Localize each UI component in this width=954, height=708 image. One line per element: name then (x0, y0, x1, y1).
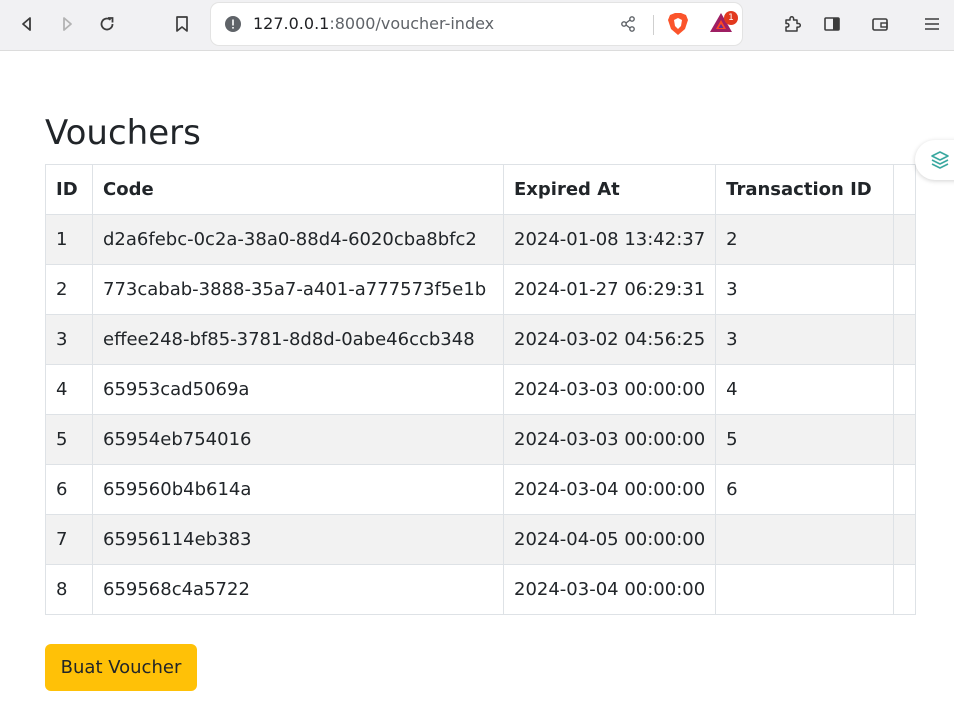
hamburger-menu-icon (925, 18, 939, 30)
table-row: 2 773cabab-3888-35a7-a401-a777573f5e1b 2… (45, 264, 917, 315)
puzzle-icon (785, 15, 802, 32)
cell-id: 5 (45, 414, 93, 465)
cell-expired-at: 2024-03-04 00:00:00 (502, 464, 717, 515)
bookmark-icon (176, 16, 188, 32)
browser-toolbar: 127.0.0.1:8000/voucher-index 1 (0, 0, 954, 51)
url-host: 127.0.0.1 (253, 14, 330, 33)
cell-transaction-id: 3 (715, 314, 895, 365)
cell-id: 1 (45, 214, 93, 265)
cell-code: 773cabab-3888-35a7-a401-a777573f5e1b (92, 264, 504, 315)
header-actions (893, 164, 917, 215)
bookmark-button[interactable] (167, 10, 197, 38)
back-icon (22, 17, 31, 31)
cell-id: 2 (45, 264, 93, 315)
layers-icon (931, 151, 949, 169)
cell-id: 7 (45, 514, 93, 565)
cell-expired-at: 2024-01-08 13:42:37 (502, 214, 717, 265)
cell-transaction-id: 5 (715, 414, 895, 465)
brave-shield-icon[interactable] (667, 12, 689, 36)
cell-expired-at: 2024-03-03 00:00:00 (502, 364, 717, 415)
menu-button[interactable] (917, 10, 947, 38)
cell-transaction-id: 3 (715, 264, 895, 315)
forward-icon (63, 17, 72, 31)
address-divider (653, 15, 654, 35)
cell-expired-at: 2024-03-02 04:56:25 (502, 314, 717, 365)
rewards-badge: 1 (724, 11, 738, 25)
cell-code: 65953cad5069a (92, 364, 504, 415)
header-expired-at: Expired At (502, 164, 717, 215)
cell-expired-at: 2024-01-27 06:29:31 (502, 264, 717, 315)
cell-actions (893, 414, 917, 465)
cell-transaction-id: 4 (715, 364, 895, 415)
sidebar-toggle-button[interactable] (817, 10, 847, 38)
table-row: 8 659568c4a5722 2024-03-04 00:00:00 (45, 564, 917, 615)
cell-actions (893, 564, 917, 615)
wallet-icon (872, 18, 888, 31)
cell-actions (893, 514, 917, 565)
cell-code: 65956114eb383 (92, 514, 504, 565)
extensions-button[interactable] (777, 10, 807, 38)
sidebar-icon (824, 17, 840, 31)
table-header-row: ID Code Expired At Transaction ID (45, 164, 917, 215)
cell-code: 659568c4a5722 (92, 564, 504, 615)
forward-button[interactable] (52, 10, 82, 38)
page-title: Vouchers (45, 113, 201, 153)
cell-actions (893, 464, 917, 515)
cell-actions (893, 264, 917, 315)
cell-transaction-id (715, 514, 895, 565)
url-text[interactable]: 127.0.0.1:8000/voucher-index (253, 14, 494, 33)
cell-expired-at: 2024-04-05 00:00:00 (502, 514, 717, 565)
reload-icon (100, 17, 114, 31)
table-row: 7 65956114eb383 2024-04-05 00:00:00 (45, 514, 917, 565)
url-path: :8000/voucher-index (329, 14, 495, 33)
table-row: 3 effee248-bf85-3781-8d8d-0abe46ccb348 2… (45, 314, 917, 365)
cell-actions (893, 314, 917, 365)
site-info-icon[interactable] (225, 16, 241, 32)
header-transaction-id: Transaction ID (715, 164, 895, 215)
cell-code: 659560b4b614a (92, 464, 504, 515)
cell-code: effee248-bf85-3781-8d8d-0abe46ccb348 (92, 314, 504, 365)
cell-code: 65954eb754016 (92, 414, 504, 465)
table-row: 5 65954eb754016 2024-03-03 00:00:00 5 (45, 414, 917, 465)
cell-actions (893, 364, 917, 415)
floating-extension-widget[interactable] (915, 140, 954, 180)
table-row: 6 659560b4b614a 2024-03-04 00:00:00 6 (45, 464, 917, 515)
cell-code: d2a6febc-0c2a-38a0-88d4-6020cba8bfc2 (92, 214, 504, 265)
table-row: 4 65953cad5069a 2024-03-03 00:00:00 4 (45, 364, 917, 415)
cell-transaction-id (715, 564, 895, 615)
back-button[interactable] (12, 10, 42, 38)
table-row: 1 d2a6febc-0c2a-38a0-88d4-6020cba8bfc2 2… (45, 214, 917, 265)
cell-id: 4 (45, 364, 93, 415)
cell-id: 3 (45, 314, 93, 365)
reload-button[interactable] (92, 10, 122, 38)
wallet-button[interactable] (865, 10, 895, 38)
cell-expired-at: 2024-03-03 00:00:00 (502, 414, 717, 465)
header-code: Code (92, 164, 504, 215)
cell-id: 8 (45, 564, 93, 615)
header-id: ID (45, 164, 93, 215)
cell-actions (893, 214, 917, 265)
share-icon[interactable] (619, 15, 637, 33)
cell-expired-at: 2024-03-04 00:00:00 (502, 564, 717, 615)
cell-id: 6 (45, 464, 93, 515)
vouchers-table: ID Code Expired At Transaction ID 1 d2a6… (45, 164, 917, 615)
cell-transaction-id: 6 (715, 464, 895, 515)
cell-transaction-id: 2 (715, 214, 895, 265)
create-voucher-button[interactable]: Buat Voucher (45, 644, 197, 691)
address-bar[interactable]: 127.0.0.1:8000/voucher-index 1 (211, 3, 742, 45)
